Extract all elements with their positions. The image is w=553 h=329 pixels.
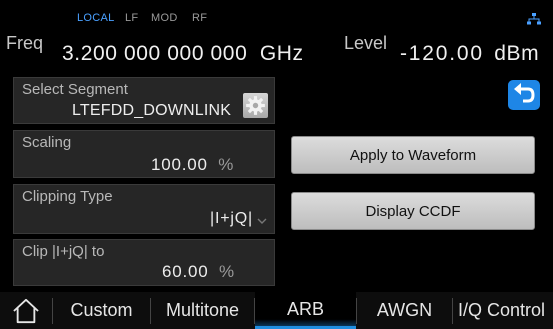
scaling-unit: %	[218, 155, 235, 174]
level-value: -120.00	[400, 42, 484, 65]
select-segment-value: LTEFDD_DOWNLINK	[72, 102, 232, 119]
level-unit: dBm	[494, 42, 540, 65]
clipping-type-value: |I+jQ|	[210, 210, 253, 227]
level-readout[interactable]: -120.00 dBm	[400, 42, 539, 66]
scaling-value: 100.00	[151, 155, 208, 174]
back-arrow-icon	[514, 83, 535, 103]
clip-to-title: Clip |I+jQ| to	[22, 243, 105, 260]
clipping-type-panel[interactable]: Clipping Type |I+jQ|	[13, 184, 275, 234]
tab-awgn[interactable]: AWGN	[357, 292, 452, 329]
level-label: Level	[344, 33, 388, 53]
network-icon	[527, 13, 541, 25]
status-lf: LF	[125, 12, 139, 24]
freq-readout[interactable]: 3.200 000 000 000 GHz	[62, 42, 304, 66]
clip-to-value: 60.00	[162, 262, 209, 281]
freq-value: 3.200 000 000 000	[62, 42, 248, 65]
select-segment-panel[interactable]: Select Segment LTEFDD_DOWNLINK	[13, 77, 275, 124]
home-icon	[13, 298, 39, 323]
tab-arb[interactable]: ARB	[255, 292, 356, 329]
select-segment-title: Select Segment	[22, 81, 128, 98]
display-ccdf-button[interactable]: Display CCDF	[291, 192, 535, 230]
status-local: LOCAL	[77, 12, 115, 24]
scaling-title: Scaling	[22, 134, 72, 151]
scaling-panel[interactable]: Scaling 100.00 %	[13, 130, 275, 178]
status-rf: RF	[192, 12, 208, 24]
clip-to-panel[interactable]: Clip |I+jQ| to 60.00 %	[13, 239, 275, 286]
freq-unit: GHz	[259, 42, 304, 65]
clipping-type-title: Clipping Type	[22, 188, 113, 205]
tab-iq-control[interactable]: I/Q Control	[453, 292, 553, 329]
clip-to-unit: %	[219, 262, 235, 281]
freq-label: Freq	[6, 33, 44, 53]
gear-icon[interactable]	[243, 93, 268, 118]
chevron-down-icon	[257, 218, 267, 224]
status-mod: MOD	[151, 12, 178, 24]
tab-multitone[interactable]: Multitone	[151, 292, 254, 329]
home-button[interactable]	[0, 292, 52, 329]
tab-custom[interactable]: Custom	[53, 292, 150, 329]
back-button[interactable]	[508, 80, 540, 110]
apply-to-waveform-button[interactable]: Apply to Waveform	[291, 136, 535, 174]
